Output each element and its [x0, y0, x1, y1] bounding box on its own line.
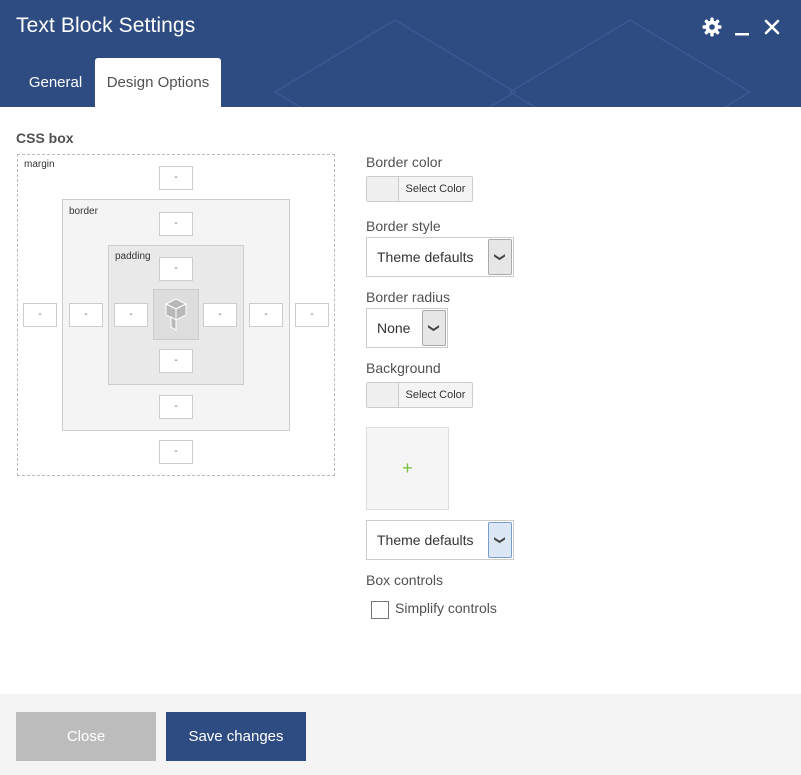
margin-bottom-input[interactable]: - — [159, 440, 193, 464]
border-radius-select[interactable]: None ❮ — [366, 308, 448, 348]
border-style-select[interactable]: Theme defaults ❮ — [366, 237, 514, 277]
border-style-label: Border style — [366, 218, 441, 234]
padding-top-input[interactable]: - — [159, 257, 193, 281]
margin-top-input[interactable]: - — [159, 166, 193, 190]
border-bottom-input[interactable]: - — [159, 395, 193, 419]
chevron-down-icon: ❮ — [488, 522, 512, 558]
margin-left-input[interactable]: - — [23, 303, 57, 327]
border-style-value: Theme defaults — [377, 249, 474, 265]
builder-logo-icon — [164, 298, 188, 331]
padding-right-input[interactable]: - — [203, 303, 237, 327]
box-controls-label: Box controls — [366, 572, 444, 588]
padding-label: padding — [115, 251, 151, 262]
border-color-label: Border color — [366, 154, 443, 170]
margin-right-input[interactable]: - — [295, 303, 329, 327]
background-style-select[interactable]: Theme defaults ❮ — [366, 520, 514, 560]
chevron-down-icon: ❮ — [488, 239, 512, 275]
border-color-button-label: Select Color — [405, 183, 466, 195]
close-icon[interactable] — [760, 15, 784, 39]
border-color-picker[interactable]: Select Color — [366, 176, 473, 202]
css-box-title: CSS box — [16, 130, 74, 146]
border-radius-label: Border radius — [366, 289, 451, 305]
margin-label: margin — [24, 159, 55, 170]
chevron-down-icon: ❮ — [422, 310, 446, 346]
simplify-controls-label: Simplify controls — [395, 600, 497, 616]
border-right-input[interactable]: - — [249, 303, 283, 327]
padding-bottom-input[interactable]: - — [159, 349, 193, 373]
simplify-controls-checkbox[interactable] — [371, 601, 389, 619]
background-color-button-label: Select Color — [405, 389, 466, 401]
minimize-icon[interactable] — [730, 15, 754, 39]
background-color-picker[interactable]: Select Color — [366, 382, 473, 408]
background-color-swatch — [367, 383, 399, 407]
modal-title: Text Block Settings — [16, 14, 196, 37]
save-changes-button[interactable]: Save changes — [166, 712, 306, 761]
modal-footer: Close Save changes — [0, 694, 801, 775]
padding-left-input[interactable]: - — [114, 303, 148, 327]
border-color-swatch — [367, 177, 399, 201]
tab-general[interactable]: General — [16, 58, 95, 107]
background-style-value: Theme defaults — [377, 532, 474, 548]
border-label: border — [69, 206, 98, 217]
modal-header: Text Block Settings General Design Optio… — [0, 0, 801, 107]
content-box — [153, 289, 199, 340]
add-image-button[interactable]: + — [366, 427, 449, 510]
border-radius-value: None — [377, 320, 411, 336]
border-left-input[interactable]: - — [69, 303, 103, 327]
background-label: Background — [366, 360, 441, 376]
tab-design-options[interactable]: Design Options — [95, 58, 221, 107]
close-button[interactable]: Close — [16, 712, 156, 761]
border-top-input[interactable]: - — [159, 212, 193, 236]
gear-icon[interactable] — [700, 15, 724, 39]
